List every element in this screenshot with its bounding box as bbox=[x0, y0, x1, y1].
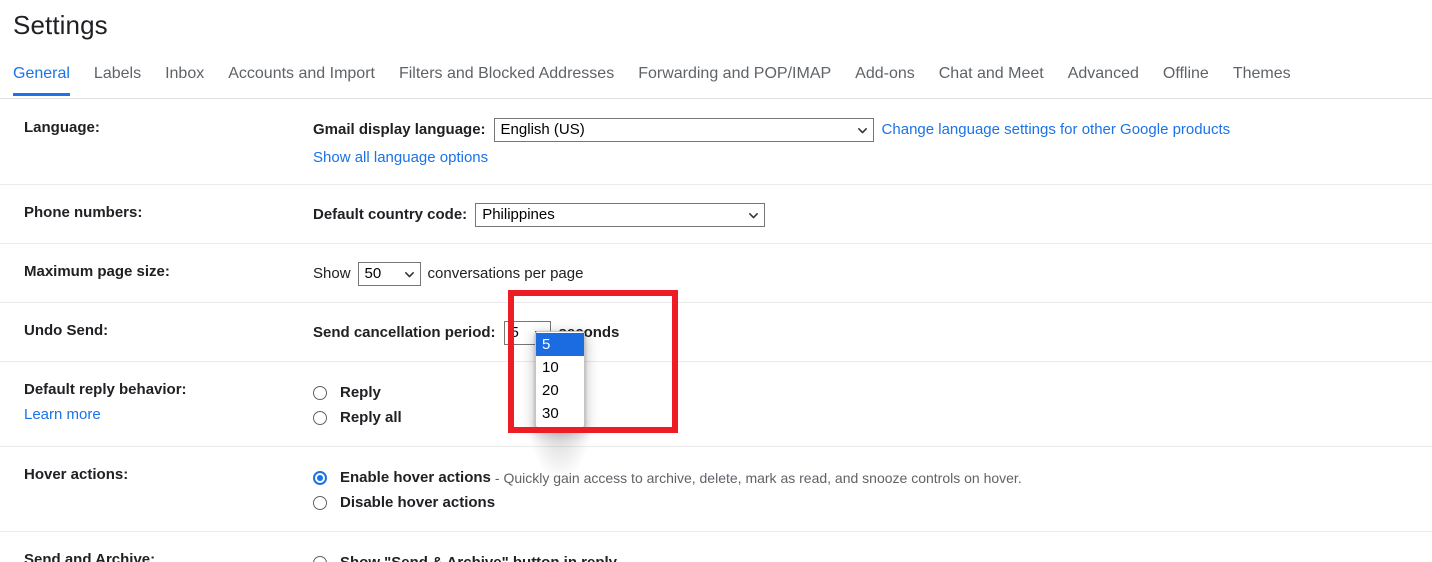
row-maximum-page-size: Maximum page size: Show 50 conversations… bbox=[0, 244, 1432, 303]
page-size-suffix-label: conversations per page bbox=[427, 265, 584, 282]
tab-forwarding-and-pop-imap[interactable]: Forwarding and POP/IMAP bbox=[638, 64, 831, 95]
tab-add-ons[interactable]: Add-ons bbox=[855, 64, 915, 95]
radio-label-disable-hover-actions[interactable]: Disable hover actions bbox=[340, 493, 495, 513]
row-undo-send: Undo Send: Send cancellation period: 5 s… bbox=[0, 303, 1432, 362]
radio-label-reply[interactable]: Reply bbox=[340, 383, 381, 403]
row-body-maximum-page-size: Show 50 conversations per page bbox=[313, 244, 1432, 302]
radio-reply[interactable] bbox=[313, 385, 327, 400]
learn-more-link-reply-behavior[interactable]: Learn more bbox=[24, 405, 313, 425]
row-body-default-reply-behavior: Reply Reply all bbox=[313, 362, 1432, 446]
send-and-archive-title: Send and Archive: bbox=[24, 551, 156, 562]
change-language-settings-link[interactable]: Change language settings for other Googl… bbox=[882, 120, 1231, 140]
hover-actions-description: - Quickly gain access to archive, delete… bbox=[494, 469, 1022, 486]
chevron-down-icon bbox=[857, 127, 867, 133]
radio-show-send-and-archive[interactable] bbox=[313, 555, 327, 562]
radio-label-reply-all[interactable]: Reply all bbox=[340, 408, 402, 428]
dropdown-option-5[interactable]: 5 bbox=[536, 333, 584, 356]
dropdown-option-20[interactable]: 20 bbox=[536, 379, 584, 402]
page-title: Settings bbox=[13, 10, 108, 40]
dropdown-option-10[interactable]: 10 bbox=[536, 356, 584, 379]
radio-option-reply-all[interactable]: Reply all bbox=[313, 405, 1432, 430]
send-cancellation-period-label: Send cancellation period: bbox=[313, 324, 496, 341]
radio-option-disable-hover-actions[interactable]: Disable hover actions bbox=[313, 490, 1432, 515]
row-hover-actions: Hover actions: Enable hover actions - Qu… bbox=[0, 447, 1432, 532]
tab-themes[interactable]: Themes bbox=[1233, 64, 1291, 95]
row-default-reply-behavior: Default reply behavior: Learn more Reply… bbox=[0, 362, 1432, 447]
radio-disable-hover-actions[interactable] bbox=[313, 495, 327, 510]
settings-page: Settings General Labels Inbox Accounts a… bbox=[0, 0, 1432, 562]
settings-rows: Language: Gmail display language: Englis… bbox=[0, 100, 1432, 562]
default-reply-behavior-title: Default reply behavior: bbox=[24, 381, 187, 398]
chevron-down-icon bbox=[749, 212, 759, 218]
gmail-display-language-value: English (US) bbox=[500, 121, 585, 138]
row-label-maximum-page-size: Maximum page size: bbox=[24, 263, 170, 280]
default-country-code-value: Philippines bbox=[482, 206, 555, 223]
row-label-language: Language: bbox=[24, 119, 100, 136]
tab-offline[interactable]: Offline bbox=[1163, 64, 1209, 95]
row-body-send-and-archive: Show "Send & Archive" button in reply Hi… bbox=[313, 532, 1432, 562]
radio-enable-hover-actions[interactable] bbox=[313, 470, 327, 485]
row-phone-numbers: Phone numbers: Default country code: Phi… bbox=[0, 185, 1432, 244]
page-size-value: 50 bbox=[364, 265, 382, 282]
tab-inbox[interactable]: Inbox bbox=[165, 64, 204, 95]
row-send-and-archive: Send and Archive: Learn more Show "Send … bbox=[0, 532, 1432, 562]
radio-label-show-send-and-archive[interactable]: Show "Send & Archive" button in reply bbox=[340, 553, 617, 562]
row-label-hover-actions: Hover actions: bbox=[24, 466, 129, 483]
row-body-language: Gmail display language: English (US) Cha… bbox=[313, 100, 1432, 184]
radio-option-show-send-and-archive[interactable]: Show "Send & Archive" button in reply bbox=[313, 550, 1432, 562]
send-cancellation-period-dropdown[interactable]: 5 10 20 30 bbox=[535, 331, 585, 428]
radio-label-enable-hover-actions[interactable]: Enable hover actions bbox=[340, 468, 491, 488]
tab-filters-and-blocked-addresses[interactable]: Filters and Blocked Addresses bbox=[399, 64, 614, 95]
page-size-select[interactable]: 50 bbox=[357, 262, 421, 286]
radio-option-reply[interactable]: Reply bbox=[313, 380, 1432, 405]
radio-option-enable-hover-actions[interactable]: Enable hover actions - Quickly gain acce… bbox=[313, 465, 1432, 490]
tab-advanced[interactable]: Advanced bbox=[1068, 64, 1139, 95]
gmail-display-language-label: Gmail display language: bbox=[313, 121, 486, 138]
radio-reply-all[interactable] bbox=[313, 410, 327, 425]
row-label-undo-send: Undo Send: bbox=[24, 322, 109, 339]
tab-chat-and-meet[interactable]: Chat and Meet bbox=[939, 64, 1044, 95]
tab-accounts-and-import[interactable]: Accounts and Import bbox=[228, 64, 375, 95]
default-country-code-select[interactable]: Philippines bbox=[475, 203, 766, 227]
default-country-code-label: Default country code: bbox=[313, 206, 468, 223]
page-size-prefix-label: Show bbox=[313, 265, 351, 282]
gmail-display-language-select[interactable]: English (US) bbox=[493, 118, 874, 142]
send-cancellation-period-value: 5 bbox=[510, 324, 519, 341]
tab-general[interactable]: General bbox=[13, 64, 70, 96]
row-label-default-reply-behavior: Default reply behavior: Learn more bbox=[0, 362, 313, 446]
show-all-language-options-link[interactable]: Show all language options bbox=[313, 148, 488, 168]
settings-tab-bar: General Labels Inbox Accounts and Import… bbox=[0, 64, 1432, 99]
row-body-phone-numbers: Default country code: Philippines bbox=[313, 185, 1432, 243]
row-body-undo-send: Send cancellation period: 5 seconds bbox=[313, 303, 1432, 361]
row-label-phone-numbers: Phone numbers: bbox=[24, 204, 143, 221]
tab-labels[interactable]: Labels bbox=[94, 64, 141, 95]
row-language: Language: Gmail display language: Englis… bbox=[0, 100, 1432, 185]
dropdown-option-30[interactable]: 30 bbox=[536, 402, 584, 425]
row-body-hover-actions: Enable hover actions - Quickly gain acce… bbox=[313, 447, 1432, 531]
chevron-down-icon bbox=[404, 271, 414, 277]
row-label-send-and-archive: Send and Archive: Learn more bbox=[0, 532, 313, 562]
